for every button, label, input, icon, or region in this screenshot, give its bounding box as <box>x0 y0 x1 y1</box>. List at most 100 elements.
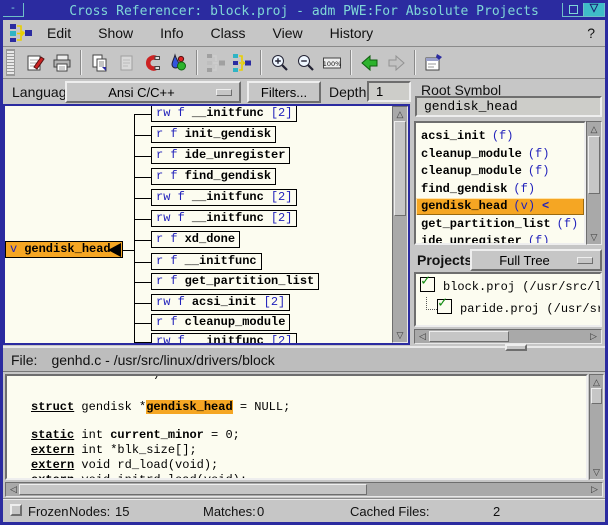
nodes-count: 15 <box>115 504 129 519</box>
projects-horizontal-scrollbar[interactable]: ◁ ▷ <box>414 329 602 344</box>
back-icon[interactable] <box>357 51 383 75</box>
graph-node-__initfunc[interactable]: rw f__initfunc[2] <box>151 106 297 122</box>
graph-branch-line <box>134 219 151 220</box>
symbol-list-item-ide_unregister[interactable]: ide_unregister(f) <box>416 233 584 245</box>
matches-count: 0 <box>257 504 264 519</box>
zoom-100-icon[interactable]: 100% <box>319 51 345 75</box>
title-bar[interactable]: Cross Referencer: block.proj - adm PWE:F… <box>3 3 605 20</box>
project-item-paride.proj[interactable]: ✓paride.proj (/usr/src <box>437 299 602 319</box>
cached-files-label: Cached Files: <box>350 504 429 519</box>
pane-sash-handle[interactable] <box>505 344 527 351</box>
scroll-right-icon[interactable]: ▷ <box>587 330 600 343</box>
graph-node-get_partition_list[interactable]: r fget_partition_list <box>151 273 319 290</box>
nodes-label: Nodes: <box>69 504 110 519</box>
scroll-down-icon[interactable]: ▽ <box>590 466 603 478</box>
symbol-list-item-cleanup_module[interactable]: cleanup_module(f) <box>416 163 584 180</box>
graph-branch-line <box>134 177 151 178</box>
graph-node-__initfunc[interactable]: r f__initfunc <box>151 253 262 270</box>
shade-button[interactable]: ▽ <box>583 2 605 17</box>
menu-item-class[interactable]: Class <box>211 25 246 41</box>
code-scroll-thumb-h[interactable] <box>19 484 367 495</box>
graph-canvas[interactable]: rw f__initfunc[2]r finit_gendiskr fide_u… <box>5 106 392 343</box>
document-icon[interactable] <box>113 51 139 75</box>
filters-button[interactable]: Filters... <box>247 81 321 103</box>
depth-input[interactable]: 1 <box>367 81 411 102</box>
properties-icon[interactable] <box>421 51 447 75</box>
root-symbol-input[interactable]: gendisk_head <box>415 96 602 117</box>
toolbar-separator <box>80 50 82 75</box>
graph-node-find_gendisk[interactable]: r ffind_gendisk <box>151 168 276 185</box>
root-symbol-list[interactable]: acsi_init(f)cleanup_module(f)cleanup_mod… <box>414 121 586 245</box>
matches-label: Matches: <box>203 504 256 519</box>
scroll-up-icon[interactable]: △ <box>590 376 603 388</box>
graph-node-xd_done[interactable]: r fxd_done <box>151 231 240 248</box>
xref-icon[interactable] <box>203 51 229 75</box>
symbol-list-item-get_partition_list[interactable]: get_partition_list(f) <box>416 216 584 233</box>
toolbar-separator <box>414 50 416 75</box>
symbol-list-item-find_gendisk[interactable]: find_gendisk(f) <box>416 181 584 198</box>
toolbar-grip-handle[interactable] <box>6 49 15 76</box>
menu-item-edit[interactable]: Edit <box>47 25 71 41</box>
toolbar-separator <box>260 50 262 75</box>
graph-node-cleanup_module[interactable]: r fcleanup_module <box>151 314 290 331</box>
hierarchy-icon[interactable] <box>229 51 255 75</box>
symbol-list-item-gendisk_head[interactable]: gendisk_head(v)< <box>416 198 584 215</box>
forward-icon[interactable] <box>383 51 409 75</box>
graph-root-node-gendisk_head[interactable]: vgendisk_head <box>5 241 123 258</box>
scroll-down-icon[interactable]: ▽ <box>587 231 601 243</box>
menu-item-history[interactable]: History <box>330 25 374 41</box>
depth-label: Depth <box>329 84 366 100</box>
paint-icon[interactable] <box>165 51 191 75</box>
code-vertical-scrollbar[interactable]: △ ▽ <box>589 374 604 480</box>
scroll-down-icon[interactable]: ▽ <box>393 329 407 341</box>
zoom-out-icon[interactable] <box>293 51 319 75</box>
graph-vertical-scrollbar[interactable]: △ ▽ <box>392 106 408 343</box>
project-checkbox[interactable]: ✓ <box>437 299 452 314</box>
graph-node-acsi_init[interactable]: rw facsi_init[2] <box>151 294 290 311</box>
help-menu[interactable]: ? <box>587 25 595 41</box>
edit-note-icon[interactable] <box>23 51 49 75</box>
root-symbol-scroll-thumb[interactable] <box>588 136 600 194</box>
menu-item-info[interactable]: Info <box>160 25 183 41</box>
graph-branch-line <box>134 135 151 136</box>
scroll-up-icon[interactable]: △ <box>393 108 407 120</box>
graph-node-__initfunc[interactable]: rw f__initfunc[2] <box>151 189 297 206</box>
menu-item-show[interactable]: Show <box>98 25 133 41</box>
depth-value: 1 <box>376 84 383 99</box>
scroll-left-icon[interactable]: ◁ <box>416 330 429 343</box>
code-scroll-thumb[interactable] <box>591 388 602 404</box>
window-menu-button[interactable]: - <box>2 2 24 17</box>
graph-node-__initfunc[interactable]: rw f__initfunc[2] <box>151 333 297 343</box>
projects-scroll-thumb[interactable] <box>429 331 509 342</box>
graph-scroll-thumb[interactable] <box>394 121 406 216</box>
menu-item-view[interactable]: View <box>273 25 303 41</box>
graph-node-__initfunc[interactable]: rw f__initfunc[2] <box>151 210 297 227</box>
project-mode-option-menu[interactable]: Full Tree <box>470 249 602 271</box>
root-symbol-scrollbar[interactable]: △ ▽ <box>586 121 602 245</box>
language-option-menu[interactable]: Ansi C/C++ <box>65 81 241 103</box>
print-icon[interactable] <box>49 51 75 75</box>
project-checkbox[interactable]: ✓ <box>420 277 435 292</box>
frozen-checkbox[interactable] <box>10 504 22 516</box>
graph-branch-line <box>134 282 151 283</box>
scroll-right-icon[interactable]: ▷ <box>588 483 601 496</box>
cached-files-count: 2 <box>493 504 500 519</box>
symbol-list-item-cleanup_module[interactable]: cleanup_module(f) <box>416 146 584 163</box>
status-bar: Frozen Nodes: 15 Matches: 0 Cached Files… <box>3 500 605 522</box>
scroll-up-icon[interactable]: △ <box>587 123 601 135</box>
graph-node-ide_unregister[interactable]: r fide_unregister <box>151 147 290 164</box>
graph-branch-line <box>134 156 151 157</box>
menu-bar: Edit Show Info Class View History ? <box>3 20 605 47</box>
project-item-block.proj[interactable]: ✓block.proj (/usr/src/lin <box>420 277 602 297</box>
maximize-button[interactable] <box>562 2 584 17</box>
graph-node-init_gendisk[interactable]: r finit_gendisk <box>151 126 276 143</box>
file-path: genhd.c - /usr/src/linux/drivers/block <box>51 352 274 368</box>
copy-icon[interactable] <box>87 51 113 75</box>
frozen-label: Frozen <box>28 504 68 519</box>
symbol-list-item-acsi_init[interactable]: acsi_init(f) <box>416 128 584 145</box>
zoom-in-icon[interactable] <box>267 51 293 75</box>
code-horizontal-scrollbar[interactable]: ◁ ▷ <box>5 482 603 497</box>
code-content[interactable]: */struct gendisk *gendisk_head = NULL;st… <box>5 374 588 480</box>
magnet-icon[interactable] <box>139 51 165 75</box>
projects-tree[interactable]: ✓block.proj (/usr/src/lin✓paride.proj (/… <box>414 272 602 327</box>
